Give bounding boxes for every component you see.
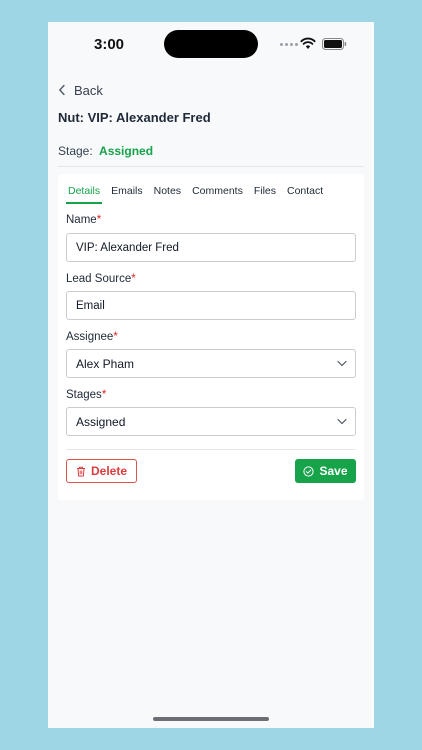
tab-files[interactable]: Files [252,182,278,204]
phone-screen: 3:00 Back Nut: VIP: Alexander Fred Stage… [48,22,374,728]
name-input[interactable] [66,233,356,262]
name-label-text: Name [66,214,97,226]
signal-icon [280,43,298,46]
tab-comments[interactable]: Comments [190,182,245,204]
check-circle-icon [303,465,315,477]
actions-divider [66,449,356,450]
lead-source-input[interactable] [66,291,356,320]
stages-label-text: Stages [66,389,102,401]
lead-source-label-text: Lead Source [66,273,132,285]
chevron-down-icon [337,360,347,367]
chevron-down-icon [337,418,347,425]
battery-icon [322,38,347,50]
wifi-icon [300,37,316,49]
details-card: Details Emails Notes Comments Files Cont… [58,174,364,500]
stages-select[interactable]: Assigned [66,407,356,436]
page-title: Nut: VIP: Alexander Fred [58,110,211,125]
trash-icon [76,466,85,476]
required-marker: * [101,389,107,401]
status-time: 3:00 [94,36,125,53]
header-divider [58,166,364,167]
back-button[interactable]: Back [58,80,103,100]
stage-label: Stage: [58,144,93,158]
tab-details[interactable]: Details [66,182,103,204]
chevron-left-icon [59,84,65,96]
delete-label: Delete [90,464,128,478]
name-label: Name* [66,214,101,226]
required-marker: * [96,214,102,226]
tab-emails[interactable]: Emails [109,182,145,204]
stage-value: Assigned [99,144,154,158]
assignee-select[interactable]: Alex Pham [66,349,356,378]
dynamic-island [164,30,258,58]
assignee-label-text: Assignee [66,331,114,343]
assignee-label: Assignee* [66,331,118,343]
tab-bar: Details Emails Notes Comments Files Cont… [66,182,332,204]
stages-label: Stages* [66,389,106,401]
required-marker: * [113,331,118,343]
back-label: Back [74,82,103,98]
stage-row: Stage: Assigned [58,144,153,158]
assignee-value: Alex Pham [76,357,135,371]
home-indicator [153,717,269,721]
save-button[interactable]: Save [295,459,356,483]
tab-notes[interactable]: Notes [152,182,183,204]
tab-contact[interactable]: Contact [285,182,325,204]
save-label: Save [319,464,348,478]
stages-value: Assigned [76,415,126,429]
lead-source-label: Lead Source* [66,273,136,285]
delete-button[interactable]: Delete [66,459,137,483]
required-marker: * [131,273,136,285]
status-bar: 3:00 [48,22,374,68]
